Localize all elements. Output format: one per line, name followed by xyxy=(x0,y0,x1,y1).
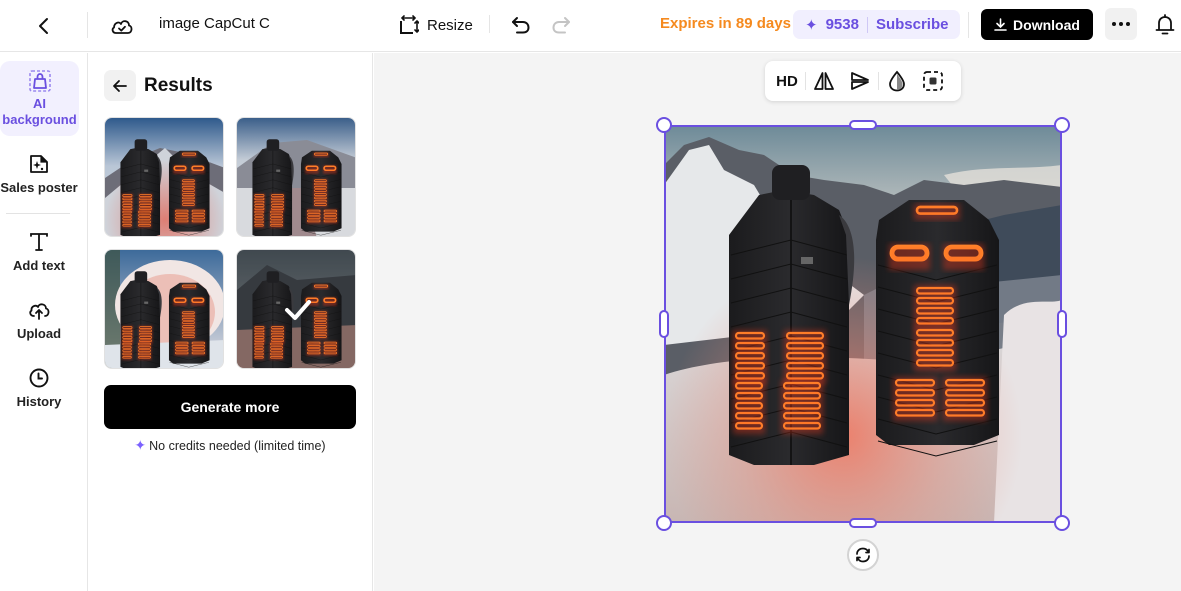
result-thumbnail-1[interactable] xyxy=(104,117,224,237)
divider xyxy=(968,12,969,38)
project-title[interactable]: image CapCut C xyxy=(159,15,270,32)
product-image xyxy=(664,125,1062,523)
download-icon xyxy=(994,18,1007,31)
sidebar-item-ai-background[interactable]: AI background xyxy=(0,61,79,136)
sidebar-item-sales-poster[interactable]: Sales poster xyxy=(0,153,78,196)
sidebar-item-add-text[interactable]: Add text xyxy=(0,231,78,274)
panel-title: Results xyxy=(144,75,213,96)
sidebar-item-label: Add text xyxy=(13,258,65,273)
resize-handle-bottom-right[interactable] xyxy=(1054,515,1070,531)
rotate-button[interactable] xyxy=(847,539,879,571)
resize-handle-bottom-left[interactable] xyxy=(656,515,672,531)
undo-icon xyxy=(512,17,530,34)
flip-horizontal-icon xyxy=(814,72,834,90)
credits-note-text: No credits needed (limited time) xyxy=(149,438,326,453)
sidebar-item-label: Sales poster xyxy=(0,180,78,195)
resize-handle-top-left[interactable] xyxy=(656,117,672,133)
back-button[interactable] xyxy=(30,12,58,40)
result-thumbnail-4-selected[interactable] xyxy=(236,249,356,369)
results-back-button[interactable] xyxy=(104,70,136,101)
results-panel: Results Generate more ✦ No credits neede… xyxy=(89,53,373,591)
shopping-bag-icon xyxy=(28,70,51,92)
credits-count: 9538 xyxy=(825,16,859,33)
divider xyxy=(866,16,868,33)
undo-button[interactable] xyxy=(508,12,534,38)
credits-note: ✦ No credits needed (limited time) xyxy=(104,437,356,454)
sidebar-item-history[interactable]: History xyxy=(0,367,78,410)
opacity-button[interactable] xyxy=(879,63,915,99)
divider xyxy=(489,15,490,33)
resize-icon xyxy=(400,15,419,34)
arrow-left-icon xyxy=(113,79,127,92)
flip-vertical-icon xyxy=(851,72,869,90)
canvas-area: HD xyxy=(374,53,1181,591)
redo-icon xyxy=(552,17,570,34)
sidebar-item-upload[interactable]: Upload xyxy=(0,299,78,342)
sparkle-icon: ✦ xyxy=(805,16,818,34)
rotate-icon xyxy=(856,547,870,563)
credits-badge[interactable]: ✦ 9538 Subscribe xyxy=(793,10,961,39)
resize-handle-top-right[interactable] xyxy=(1054,117,1070,133)
sidebar-item-label: History xyxy=(16,394,62,409)
divider xyxy=(87,12,88,38)
more-horizontal-icon xyxy=(1112,22,1130,26)
resize-handle-right[interactable] xyxy=(1057,310,1067,338)
generate-more-button[interactable]: Generate more xyxy=(104,385,356,429)
download-label: Download xyxy=(1013,16,1080,33)
resize-handle-bottom[interactable] xyxy=(849,518,877,528)
image-toolbar: HD xyxy=(765,61,961,101)
resize-label: Resize xyxy=(427,16,473,34)
subscribe-link[interactable]: Subscribe xyxy=(876,16,949,33)
redo-button[interactable] xyxy=(548,12,574,38)
resize-handle-top[interactable] xyxy=(849,120,877,130)
opacity-icon xyxy=(889,70,905,92)
flip-horizontal-button[interactable] xyxy=(806,63,842,99)
more-options-button[interactable] xyxy=(1105,8,1137,40)
text-icon xyxy=(30,233,48,251)
bell-icon xyxy=(1155,14,1175,35)
notifications-button[interactable] xyxy=(1152,12,1178,38)
sparkle-icon: ✦ xyxy=(134,437,147,453)
poster-icon xyxy=(30,155,48,173)
expiry-notice[interactable]: Expires in 89 days xyxy=(660,15,791,32)
result-thumbnail-3[interactable] xyxy=(104,249,224,369)
cloud-saved-icon xyxy=(108,12,136,40)
upload-cloud-icon xyxy=(29,303,50,320)
clock-icon xyxy=(29,368,49,388)
cutout-icon xyxy=(923,71,943,91)
left-sidebar: AI background Sales poster Add text Uplo… xyxy=(0,53,88,591)
selected-image[interactable] xyxy=(656,117,1070,531)
result-thumbnail-2[interactable] xyxy=(236,117,356,237)
flip-vertical-button[interactable] xyxy=(842,63,878,99)
download-button[interactable]: Download xyxy=(981,9,1093,40)
chevron-left-icon xyxy=(39,18,48,34)
hd-button[interactable]: HD xyxy=(769,63,805,99)
resize-handle-left[interactable] xyxy=(659,310,669,338)
sidebar-item-label: Upload xyxy=(16,326,62,341)
top-bar: image CapCut C Resize Expires in 89 days… xyxy=(0,0,1181,52)
divider xyxy=(6,213,70,214)
sidebar-item-label: AI background xyxy=(2,96,77,127)
resize-button[interactable]: Resize xyxy=(399,13,473,37)
cutout-button[interactable] xyxy=(915,63,951,99)
